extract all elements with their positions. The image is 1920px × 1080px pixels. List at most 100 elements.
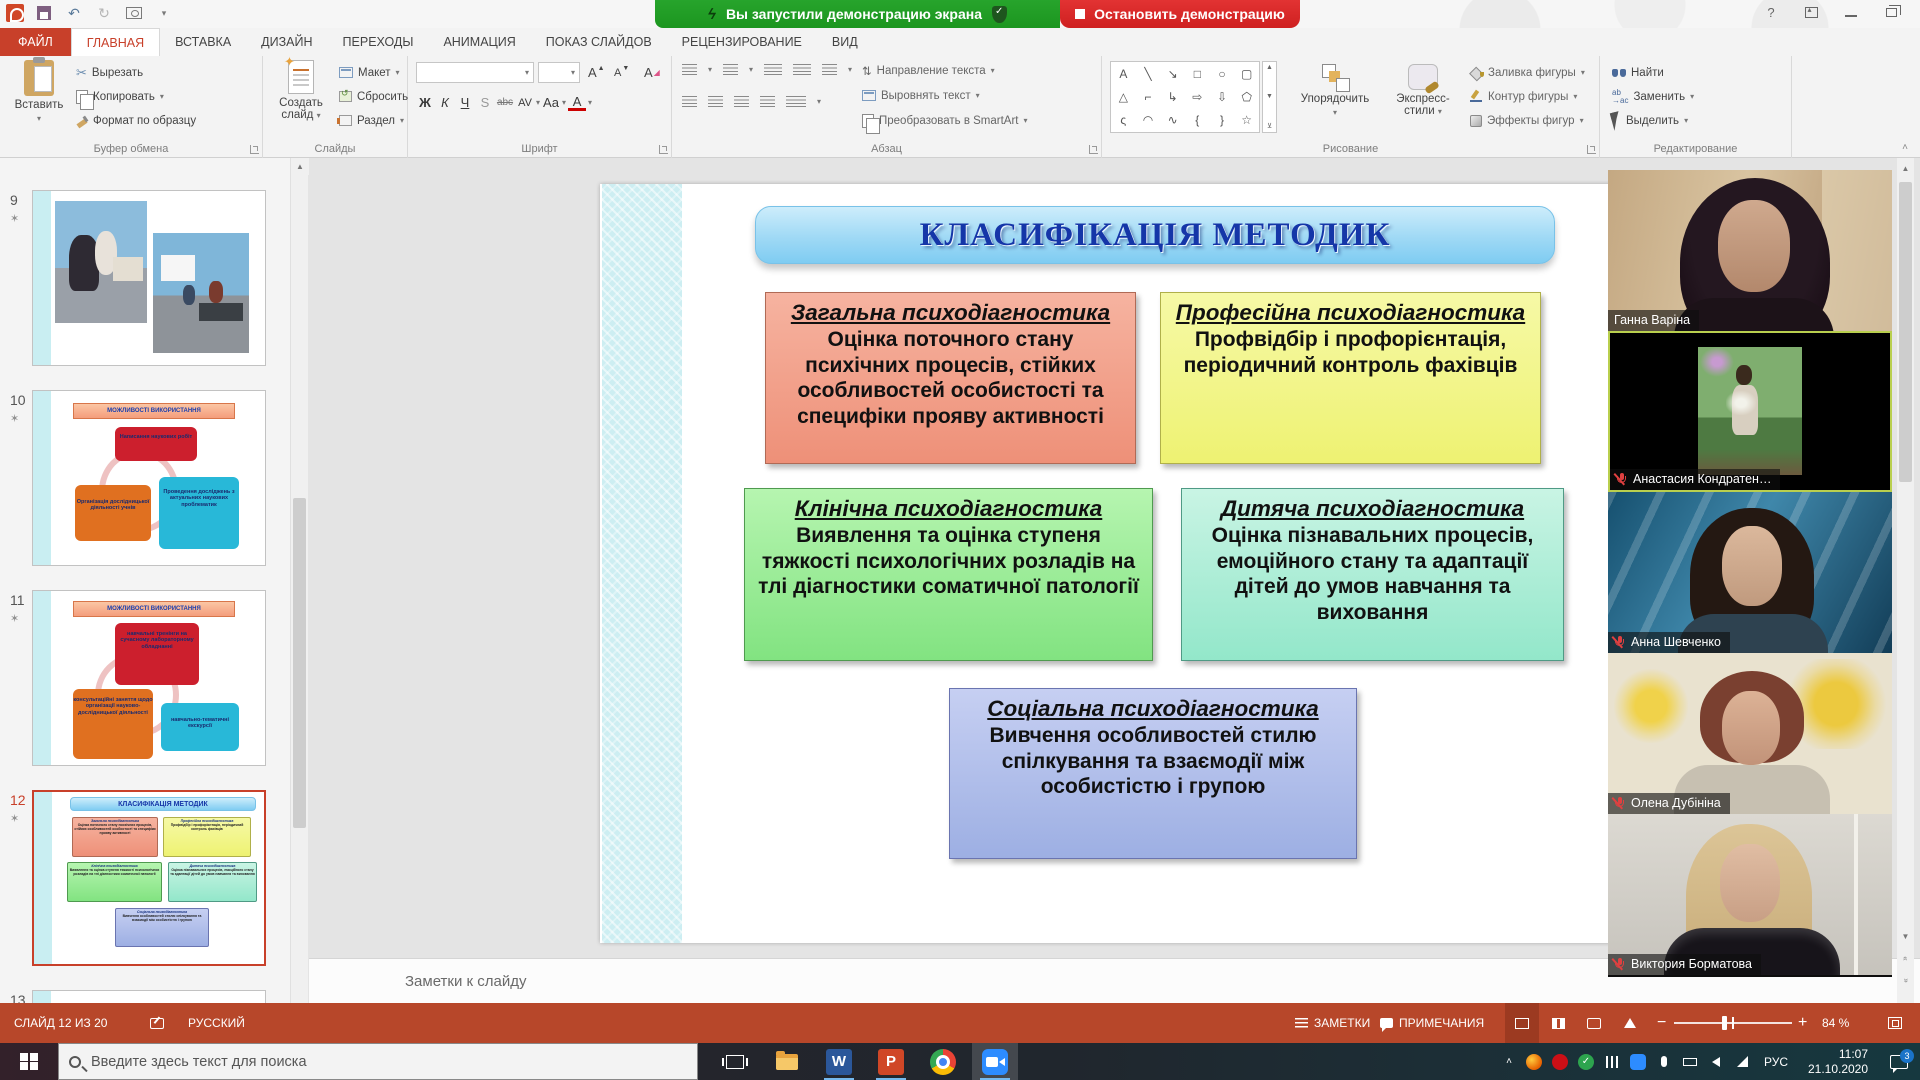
- line-spacing-button[interactable]: [822, 64, 837, 75]
- reset-button[interactable]: Сбросить: [339, 86, 408, 107]
- font-size-combo[interactable]: ▾: [538, 62, 580, 83]
- language-indicator[interactable]: РУС: [1758, 1043, 1794, 1080]
- view-normal-button[interactable]: [1505, 1003, 1539, 1043]
- strikethrough-button[interactable]: abc: [496, 97, 514, 108]
- stop-sharing-button[interactable]: Остановить демонстрацию: [1060, 0, 1300, 28]
- battery-icon[interactable]: [1678, 1043, 1702, 1080]
- font-color-button[interactable]: А: [568, 94, 586, 111]
- zoom-app-button[interactable]: [972, 1043, 1018, 1080]
- shadow-button[interactable]: S: [476, 95, 494, 110]
- spell-check-button[interactable]: [150, 1003, 164, 1043]
- participant-video[interactable]: Олена Дубініна: [1608, 653, 1892, 814]
- grow-font-button[interactable]: А▲: [588, 62, 605, 83]
- tab-file[interactable]: ФАЙЛ: [0, 28, 71, 56]
- undo-button[interactable]: ↶: [64, 3, 84, 23]
- shrink-font-button[interactable]: А▼: [614, 62, 629, 83]
- shapes-gallery[interactable]: A╲ ↘□ ○▢ △⌐ ↳⇨ ⇩⬠ ς◠ ∿{ }☆: [1110, 61, 1260, 133]
- scroll-down-icon[interactable]: ▼: [1897, 928, 1914, 945]
- zoom-out-button[interactable]: −: [1657, 1003, 1666, 1043]
- qat-customize-button[interactable]: ▾: [154, 3, 174, 23]
- participant-video[interactable]: Анна Шевченко: [1608, 492, 1892, 653]
- shape-fill-button[interactable]: Заливка фигуры▾: [1470, 62, 1585, 83]
- select-button[interactable]: Выделить▾: [1612, 110, 1688, 131]
- volume-mixer-icon[interactable]: [1600, 1043, 1624, 1080]
- slide-title-box[interactable]: КЛАСИФІКАЦІЯ МЕТОДИК: [755, 206, 1555, 264]
- numbering-button[interactable]: [723, 64, 738, 75]
- view-slideshow-button[interactable]: [1613, 1003, 1647, 1043]
- quick-styles-button[interactable]: Экспресс-стили ▾: [1386, 64, 1460, 117]
- slide-scrollbar[interactable]: ▲ ▼ « «: [1897, 158, 1914, 1003]
- collapse-ribbon-button[interactable]: ˄: [1902, 142, 1908, 153]
- thumbnail-slide-10[interactable]: 10 ✶ МОЖЛИВОСТІ ВИКОРИСТАННЯ Написання н…: [0, 390, 290, 590]
- box-clinical-psychodiagnostics[interactable]: Клінічна психодіагностика Виявлення та о…: [744, 488, 1153, 661]
- justify-button[interactable]: [760, 96, 775, 107]
- word-button[interactable]: W: [816, 1043, 862, 1080]
- shape-effects-button[interactable]: Эффекты фигур▾: [1470, 110, 1584, 131]
- participant-video[interactable]: Анастасия Кондратен…: [1608, 331, 1892, 492]
- tab-home[interactable]: ГЛАВНАЯ: [71, 28, 160, 56]
- tab-review[interactable]: РЕЦЕНЗИРОВАНИЕ: [667, 28, 817, 56]
- char-spacing-button[interactable]: AV: [516, 97, 534, 109]
- thumbnail-slide-13[interactable]: 13: [0, 990, 290, 1003]
- zoom-in-button[interactable]: +: [1798, 1003, 1807, 1043]
- help-button[interactable]: ?: [1762, 4, 1780, 20]
- shape-outline-button[interactable]: Контур фигуры▾: [1470, 86, 1577, 107]
- tab-design[interactable]: ДИЗАЙН: [246, 28, 327, 56]
- notification-center-button[interactable]: 3: [1884, 1043, 1914, 1080]
- box-professional-psychodiagnostics[interactable]: Професійна психодіагностика Профвідбір і…: [1160, 292, 1541, 464]
- change-case-button[interactable]: Аа: [542, 95, 560, 110]
- scrollbar-thumb[interactable]: [1899, 182, 1912, 482]
- paste-button[interactable]: Вставить▾: [10, 60, 68, 123]
- tab-insert[interactable]: ВСТАВКА: [160, 28, 246, 56]
- previous-slide-button[interactable]: «: [1897, 950, 1914, 967]
- thumbnail-slide-9[interactable]: 9 ✶: [0, 190, 290, 390]
- save-button[interactable]: [34, 3, 54, 23]
- bullets-button[interactable]: [682, 64, 697, 75]
- font-dialog-launcher[interactable]: [659, 145, 668, 154]
- participant-video[interactable]: Ганна Варіна: [1608, 170, 1892, 331]
- box-child-psychodiagnostics[interactable]: Дитяча психодіагностика Оцінка пізнаваль…: [1181, 488, 1564, 661]
- format-painter-button[interactable]: Формат по образцу: [76, 110, 196, 131]
- opera-icon[interactable]: [1548, 1043, 1572, 1080]
- search-input[interactable]: [91, 1054, 651, 1070]
- columns-button[interactable]: [786, 96, 806, 107]
- clipboard-dialog-launcher[interactable]: [250, 145, 259, 154]
- zoom-level[interactable]: 84 %: [1822, 1003, 1849, 1043]
- thumbnail-slide-12[interactable]: 12 ✶ КЛАСИФІКАЦІЯ МЕТОДИК Загальна психо…: [0, 790, 290, 990]
- notes-toggle[interactable]: ЗАМЕТКИ: [1295, 1003, 1370, 1043]
- comments-toggle[interactable]: ПРИМЕЧАНИЯ: [1380, 1003, 1484, 1043]
- current-slide[interactable]: КЛАСИФІКАЦІЯ МЕТОДИК Загальна психодіагн…: [600, 184, 1612, 943]
- next-slide-button[interactable]: «: [1897, 972, 1914, 989]
- tab-view[interactable]: ВИД: [817, 28, 873, 56]
- file-explorer-button[interactable]: [764, 1043, 810, 1080]
- powerpoint-button[interactable]: P: [868, 1043, 914, 1080]
- chrome-button[interactable]: [920, 1043, 966, 1080]
- section-button[interactable]: Раздел▾: [339, 110, 404, 131]
- thumbnails-scrollbar[interactable]: ▲: [290, 158, 308, 1003]
- clear-format-button[interactable]: А◢: [644, 62, 660, 83]
- fit-to-window-button[interactable]: [1888, 1003, 1902, 1043]
- find-button[interactable]: Найти: [1612, 62, 1664, 83]
- speaker-icon[interactable]: [1704, 1043, 1728, 1080]
- increase-indent-button[interactable]: [793, 64, 811, 75]
- task-view-button[interactable]: [712, 1043, 758, 1080]
- italic-button[interactable]: К: [436, 95, 454, 110]
- messenger-icon[interactable]: [1626, 1043, 1650, 1080]
- ribbon-options-button[interactable]: [1802, 4, 1820, 20]
- tab-transitions[interactable]: ПЕРЕХОДЫ: [328, 28, 429, 56]
- scroll-up-icon[interactable]: ▲: [1897, 160, 1914, 177]
- scrollbar-thumb[interactable]: [293, 498, 306, 828]
- redo-button[interactable]: ↻: [94, 3, 114, 23]
- view-sorter-button[interactable]: [1541, 1003, 1575, 1043]
- restore-button[interactable]: [1882, 4, 1900, 20]
- cut-button[interactable]: ✂Вырезать: [76, 62, 143, 83]
- minimize-button[interactable]: [1842, 4, 1860, 20]
- layout-button[interactable]: Макет▾: [339, 62, 400, 83]
- zoom-slider-thumb[interactable]: [1722, 1016, 1727, 1030]
- decrease-indent-button[interactable]: [764, 64, 782, 75]
- align-left-button[interactable]: [682, 96, 697, 107]
- box-general-psychodiagnostics[interactable]: Загальна психодіагностика Оцінка поточно…: [765, 292, 1136, 464]
- start-button[interactable]: [0, 1043, 58, 1080]
- language-indicator[interactable]: РУССКИЙ: [188, 1003, 245, 1043]
- underline-button[interactable]: Ч: [456, 95, 474, 110]
